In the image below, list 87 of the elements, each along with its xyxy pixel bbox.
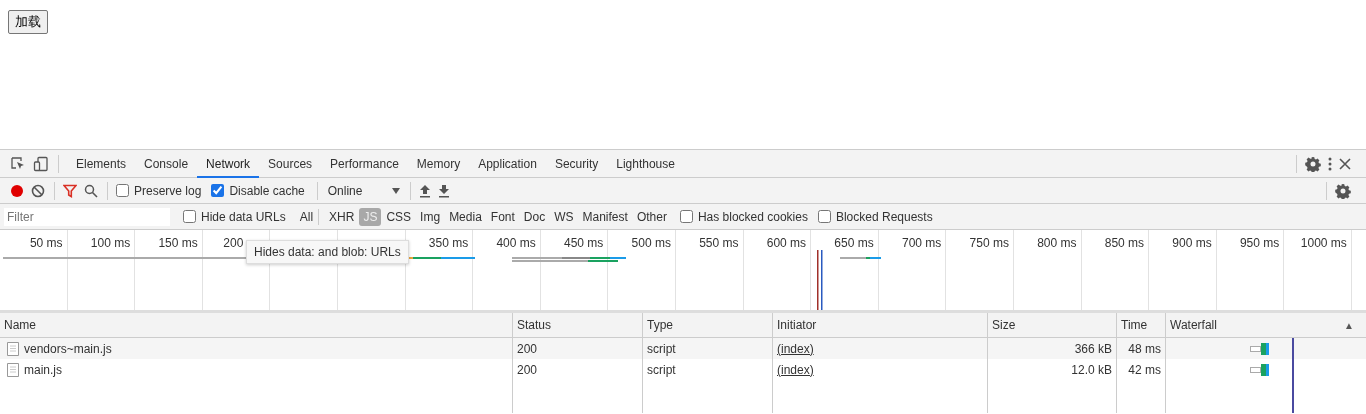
panel-tab[interactable]: Application (469, 151, 546, 178)
tick-label: 500 ms (631, 236, 671, 250)
filter-field[interactable]: Filter (4, 207, 170, 226)
filter-icon[interactable] (63, 183, 77, 198)
tick-label: 200 (223, 236, 244, 250)
checkbox[interactable] (116, 184, 129, 197)
checkbox-label: Disable cache (229, 183, 305, 198)
request-name[interactable]: vendors~main.js (24, 341, 112, 356)
table-cell: script (647, 341, 676, 356)
type-filter[interactable]: Manifest (578, 207, 632, 226)
initiator-link[interactable]: (index) (777, 362, 814, 377)
panel-tab[interactable]: Elements (67, 151, 136, 178)
table-cell: 12.0 kB (1071, 362, 1112, 377)
column-header[interactable]: Time (1121, 318, 1148, 332)
request-name[interactable]: main.js (24, 362, 62, 377)
column-header[interactable]: Name (4, 318, 36, 332)
tick-label: 400 ms (496, 236, 536, 250)
checkbox-label: Has blocked cookies (697, 209, 808, 224)
type-filter[interactable]: All (295, 207, 318, 226)
tooltip: Hides data: and blob: URLs (246, 240, 409, 264)
type-filter[interactable]: Img (416, 207, 445, 226)
file-icon (7, 341, 19, 356)
table-cell: 200 (517, 341, 538, 356)
type-filter[interactable]: Font (486, 207, 519, 226)
table-cell: 42 ms (1128, 362, 1161, 377)
tick-label: 450 ms (564, 236, 604, 250)
checkbox-label: Preserve log (134, 183, 202, 198)
column-header[interactable]: Size (992, 318, 1016, 332)
type-filter[interactable]: WS (550, 207, 578, 226)
type-filter[interactable]: XHR (325, 207, 359, 226)
tick-label: 800 ms (1037, 236, 1077, 250)
tick-label: 350 ms (428, 236, 469, 250)
checkbox-label: Blocked Requests (835, 209, 933, 224)
search-icon[interactable] (84, 183, 98, 198)
tick-label: 850 ms (1104, 236, 1145, 250)
checkbox[interactable] (817, 210, 831, 223)
upload-icon[interactable] (419, 183, 432, 198)
tick-label: 100 ms (90, 236, 131, 250)
tick-label: 1000 ms (1300, 236, 1347, 250)
clear-icon[interactable] (31, 183, 45, 198)
load-button[interactable]: 加载 (8, 10, 48, 34)
settings-icon[interactable] (1305, 155, 1321, 172)
type-filter[interactable]: CSS (382, 207, 416, 226)
checkbox[interactable] (679, 210, 693, 223)
panel-tab[interactable]: Sources (259, 151, 322, 178)
column-header[interactable]: Initiator (777, 318, 817, 332)
file-icon (7, 362, 19, 377)
throttling-dropdown[interactable]: Online (325, 183, 409, 198)
tick-label: 700 ms (901, 236, 942, 250)
waterfall-bar (1250, 341, 1270, 356)
tick-label: 750 ms (969, 236, 1009, 250)
close-icon[interactable] (1339, 157, 1351, 170)
panel-tab[interactable]: Memory (407, 151, 470, 178)
inspect-icon[interactable] (10, 155, 26, 172)
download-icon[interactable] (438, 183, 451, 198)
waterfall-bar (1250, 362, 1270, 377)
tick-label: 550 ms (699, 236, 739, 250)
tick-label: 50 ms (29, 236, 63, 250)
type-filter[interactable]: Media (445, 207, 486, 226)
column-header[interactable]: Waterfall (1170, 318, 1217, 332)
table-cell: 200 (517, 362, 538, 377)
device-icon[interactable] (33, 155, 49, 172)
panel-tab[interactable]: Lighthouse (607, 151, 684, 178)
tick-label: 950 ms (1239, 236, 1280, 250)
caret-icon (392, 187, 401, 194)
table-cell: 48 ms (1128, 341, 1161, 356)
panel-tab[interactable]: Console (135, 151, 198, 178)
type-filter[interactable]: Other (632, 207, 671, 226)
tick-label: 150 ms (158, 236, 198, 250)
checkbox-label: Hide data URLs (201, 209, 286, 224)
more-icon[interactable] (1328, 155, 1332, 172)
initiator-link[interactable]: (index) (777, 341, 814, 356)
tick-label: 650 ms (834, 236, 874, 250)
panel-tab[interactable]: Performance (321, 151, 408, 178)
checkbox[interactable] (183, 210, 196, 223)
checkbox[interactable] (211, 184, 225, 197)
panel-tab[interactable]: Security (545, 151, 608, 178)
column-header[interactable]: Type (647, 318, 673, 332)
record-button[interactable] (10, 183, 24, 198)
sort-indicator: ▲ (1344, 319, 1354, 331)
column-header[interactable]: Status (517, 318, 552, 332)
table-cell: script (647, 362, 676, 377)
type-filter[interactable]: Doc (519, 207, 550, 226)
tick-label: 900 ms (1172, 236, 1212, 250)
tick-label: 600 ms (766, 236, 807, 250)
table-cell: 366 kB (1074, 341, 1112, 356)
settings-icon[interactable] (1335, 182, 1351, 199)
